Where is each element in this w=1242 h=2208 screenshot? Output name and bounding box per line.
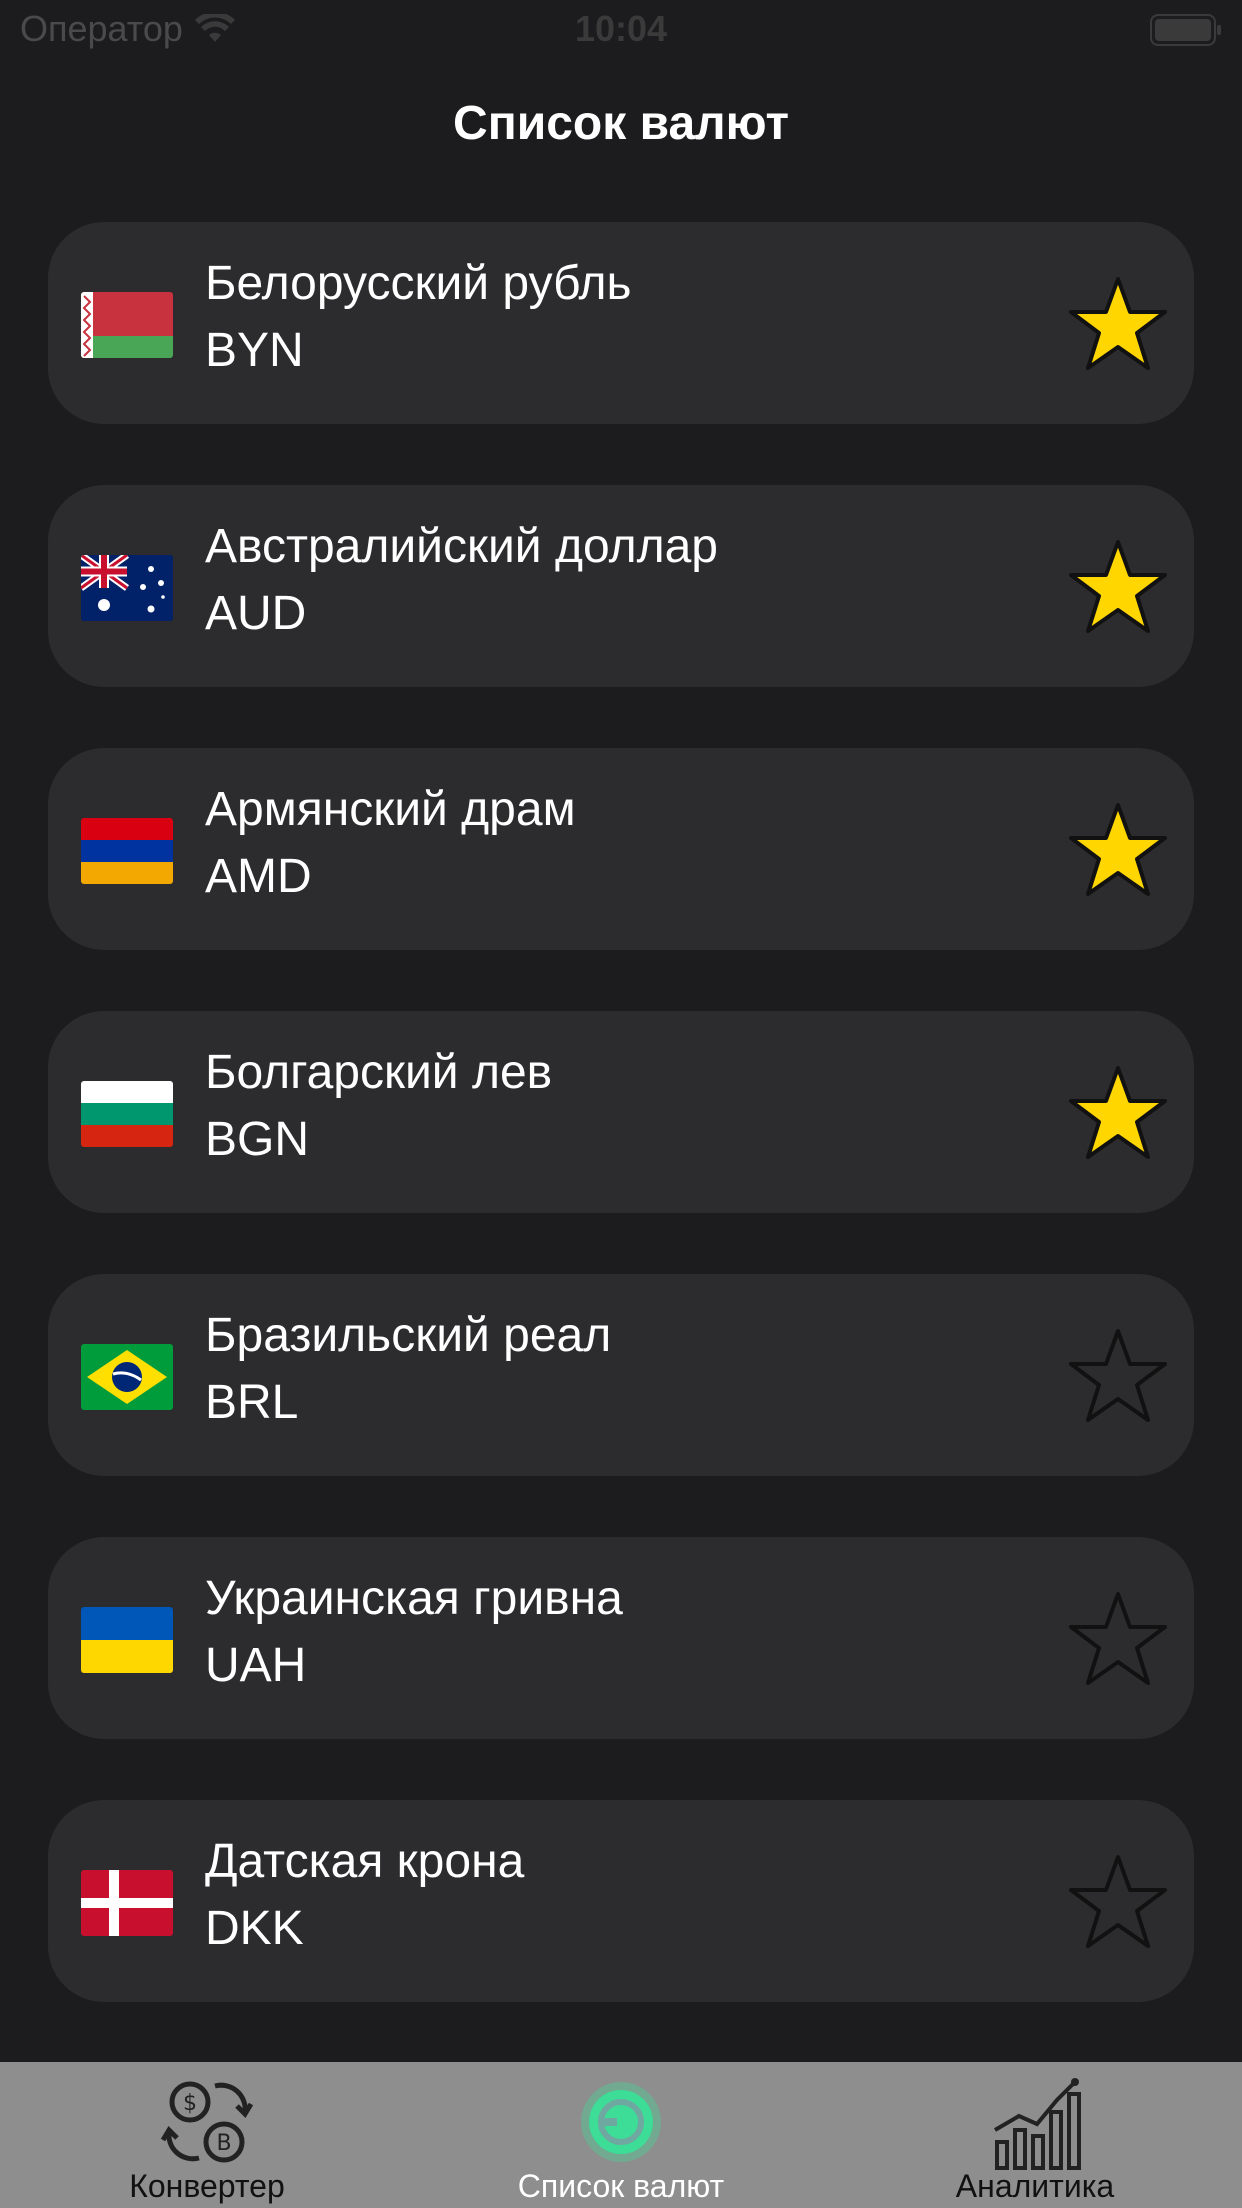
currency-code: AUD [205, 587, 307, 640]
svg-text:$: $ [183, 2091, 197, 2116]
currency-code: DKK [205, 1902, 304, 1955]
tab-currency-list[interactable]: Список валют [414, 2062, 828, 2208]
bulgaria-flag-icon [81, 1081, 173, 1147]
currency-row-dkk[interactable]: Датская крона DKK [48, 1800, 1194, 2002]
star-filled-icon[interactable] [1068, 274, 1168, 374]
star-filled-icon[interactable] [1068, 800, 1168, 900]
star-filled-icon[interactable] [1068, 1063, 1168, 1163]
star-outline-icon[interactable] [1068, 1326, 1168, 1426]
tab-label: Конвертер [129, 2168, 285, 2204]
currency-name: Датская крона [205, 1835, 525, 1888]
clock: 10:04 [574, 8, 668, 49]
currency-row-byn[interactable]: Белорусский рубль BYN [48, 222, 1194, 424]
status-bar: Оператор 10:04 [0, 0, 1242, 62]
currency-row-bgn[interactable]: Болгарский лев BGN [48, 1011, 1194, 1213]
currency-list-icon [581, 2082, 661, 2162]
currency-name: Бразильский реал [205, 1309, 612, 1362]
page-title: Список валют [453, 97, 789, 150]
currency-row-aud[interactable]: Австралийский доллар AUD [48, 485, 1194, 687]
star-filled-icon[interactable] [1068, 537, 1168, 637]
currency-code: UAH [205, 1639, 307, 1692]
currency-name: Австралийский доллар [205, 520, 718, 573]
brazil-flag-icon [81, 1344, 173, 1410]
tab-bar: $ B Конвертер Список валют Аналитика [0, 2062, 1242, 2208]
currency-name: Украинская гривна [205, 1572, 623, 1625]
armenia-flag-icon [81, 818, 173, 884]
exchange-icon: $ B [160, 2081, 254, 2163]
tab-label: Аналитика [955, 2168, 1115, 2204]
star-outline-icon[interactable] [1068, 1589, 1168, 1689]
ukraine-flag-icon [81, 1607, 173, 1673]
analytics-chart-icon [993, 2078, 1081, 2170]
australia-flag-icon [81, 555, 173, 621]
currency-row-amd[interactable]: Армянский драм AMD [48, 748, 1194, 950]
svg-text:B: B [216, 2131, 231, 2156]
currency-code: BGN [205, 1113, 310, 1166]
tab-label: Список валют [517, 2168, 725, 2204]
denmark-flag-icon [81, 1870, 173, 1936]
currency-list: Белорусский рубль BYN Австралийский долл… [48, 222, 1194, 2063]
currency-code: AMD [205, 850, 312, 903]
battery-icon [1150, 14, 1221, 46]
currency-name: Армянский драм [205, 783, 576, 836]
belarus-flag-icon [81, 292, 173, 358]
currency-code: BYN [205, 324, 304, 377]
tab-analytics[interactable]: Аналитика [828, 2062, 1242, 2208]
currency-row-uah[interactable]: Украинская гривна UAH [48, 1537, 1194, 1739]
currency-name: Белорусский рубль [205, 257, 632, 310]
tab-converter[interactable]: $ B Конвертер [0, 2062, 414, 2208]
currency-code: BRL [205, 1376, 299, 1429]
star-outline-icon[interactable] [1068, 1852, 1168, 1952]
currency-name: Болгарский лев [205, 1046, 553, 1099]
currency-row-brl[interactable]: Бразильский реал BRL [48, 1274, 1194, 1476]
